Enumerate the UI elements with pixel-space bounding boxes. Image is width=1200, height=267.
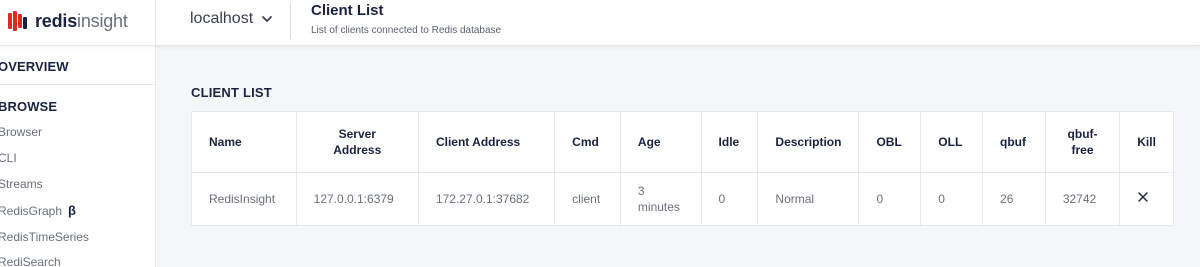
column-header-name: Name (191, 111, 297, 173)
cell-cmd: client (554, 172, 621, 226)
page-subtitle: List of clients connected to Redis datab… (311, 25, 502, 36)
table-row: RedisInsight 127.0.0.1:6379 172.27.0.1:3… (191, 172, 1174, 226)
cell-client-address: 172.27.0.1:37682 (417, 172, 556, 226)
column-header-kill: Kill (1119, 111, 1174, 173)
redisinsight-logo[interactable]: redisinsight (6, 9, 128, 33)
column-header-age: Age (619, 111, 702, 173)
database-name: localhost (190, 10, 254, 27)
logo-wordmark: redisinsight (35, 10, 128, 31)
beta-badge: β (68, 203, 76, 218)
chevron-down-icon (262, 16, 273, 22)
cell-kill (1119, 172, 1174, 226)
sidebar-item-streams[interactable]: Streams (0, 177, 43, 191)
column-header-oll: OLL (920, 111, 984, 173)
close-icon[interactable] (1137, 191, 1149, 203)
cell-qbuf: 26 (982, 172, 1046, 226)
column-header-obl: OBL (858, 111, 922, 173)
database-selector[interactable]: localhost (190, 10, 273, 28)
column-header-server-address: Server Address (295, 111, 419, 173)
column-header-description: Description (757, 111, 860, 173)
sidebar-divider-line (0, 84, 155, 85)
cell-oll: 0 (920, 172, 984, 226)
sidebar-item-cli[interactable]: CLI (0, 151, 17, 165)
column-header-client-address: Client Address (417, 111, 556, 173)
main-content: CLIENT LIST Name Server Address Client A… (157, 46, 1200, 267)
column-header-qbuf: qbuf (982, 111, 1046, 173)
cell-idle: 0 (700, 172, 759, 226)
cell-name: RedisInsight (191, 172, 297, 226)
cell-description: Normal (757, 172, 860, 226)
sidebar-item-label: RedisGraph (0, 204, 63, 218)
top-bar: redisinsight localhost Client List List … (0, 0, 1200, 46)
table-header-row: Name Server Address Client Address Cmd A… (191, 111, 1174, 173)
client-list-table: Name Server Address Client Address Cmd A… (191, 111, 1174, 226)
sidebar-item-browser[interactable]: Browser (0, 125, 42, 139)
column-header-cmd: Cmd (554, 111, 621, 173)
column-header-idle: Idle (700, 111, 759, 173)
sidebar: OVERVIEW BROWSE Browser CLI Streams Redi… (0, 46, 156, 267)
sidebar-section-browse: BROWSE (0, 99, 58, 114)
cell-obl: 0 (858, 172, 922, 226)
cell-age: 3 minutes (619, 172, 702, 226)
sidebar-item-overview[interactable]: OVERVIEW (0, 59, 69, 74)
section-title: CLIENT LIST (191, 85, 272, 100)
column-header-qbuf-free: qbuf-free (1044, 111, 1121, 173)
cell-qbuf-free: 32742 (1044, 172, 1121, 226)
header-divider (290, 3, 291, 39)
sidebar-divider (155, 0, 156, 46)
sidebar-item-redisgraph[interactable]: RedisGraph β (0, 203, 76, 218)
sidebar-item-redisearch[interactable]: RediSearch (0, 255, 61, 267)
cell-server-address: 127.0.0.1:6379 (295, 172, 419, 226)
page-title: Client List (311, 2, 384, 19)
redis-logo-icon (8, 11, 27, 31)
sidebar-item-redistimeseries[interactable]: RedisTimeSeries (0, 230, 89, 244)
